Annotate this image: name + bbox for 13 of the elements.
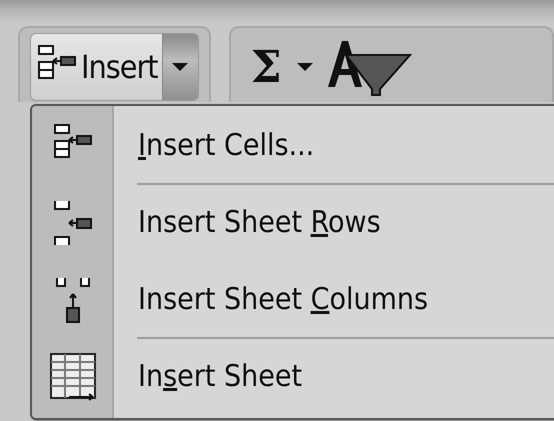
menu-item[interactable]: Insert Sheet Rows: [32, 185, 554, 260]
menu-item[interactable]: Insert Sheet Columns: [32, 262, 554, 337]
caret-icon: [171, 62, 190, 72]
insert-dropdown-button[interactable]: [162, 34, 198, 100]
insert-button[interactable]: Insert: [31, 34, 162, 100]
menu-item[interactable]: Insert Cells...: [32, 108, 554, 183]
insert-split-button[interactable]: Insert: [30, 33, 199, 101]
caret-icon: [296, 62, 314, 72]
insert-sheet-icon: [49, 352, 97, 402]
menu-item[interactable]: Insert Sheet: [32, 339, 554, 414]
insert-columns-icon: [53, 276, 93, 324]
sum-button[interactable]: Σ: [240, 42, 324, 92]
insert-rows-icon: [53, 198, 93, 246]
